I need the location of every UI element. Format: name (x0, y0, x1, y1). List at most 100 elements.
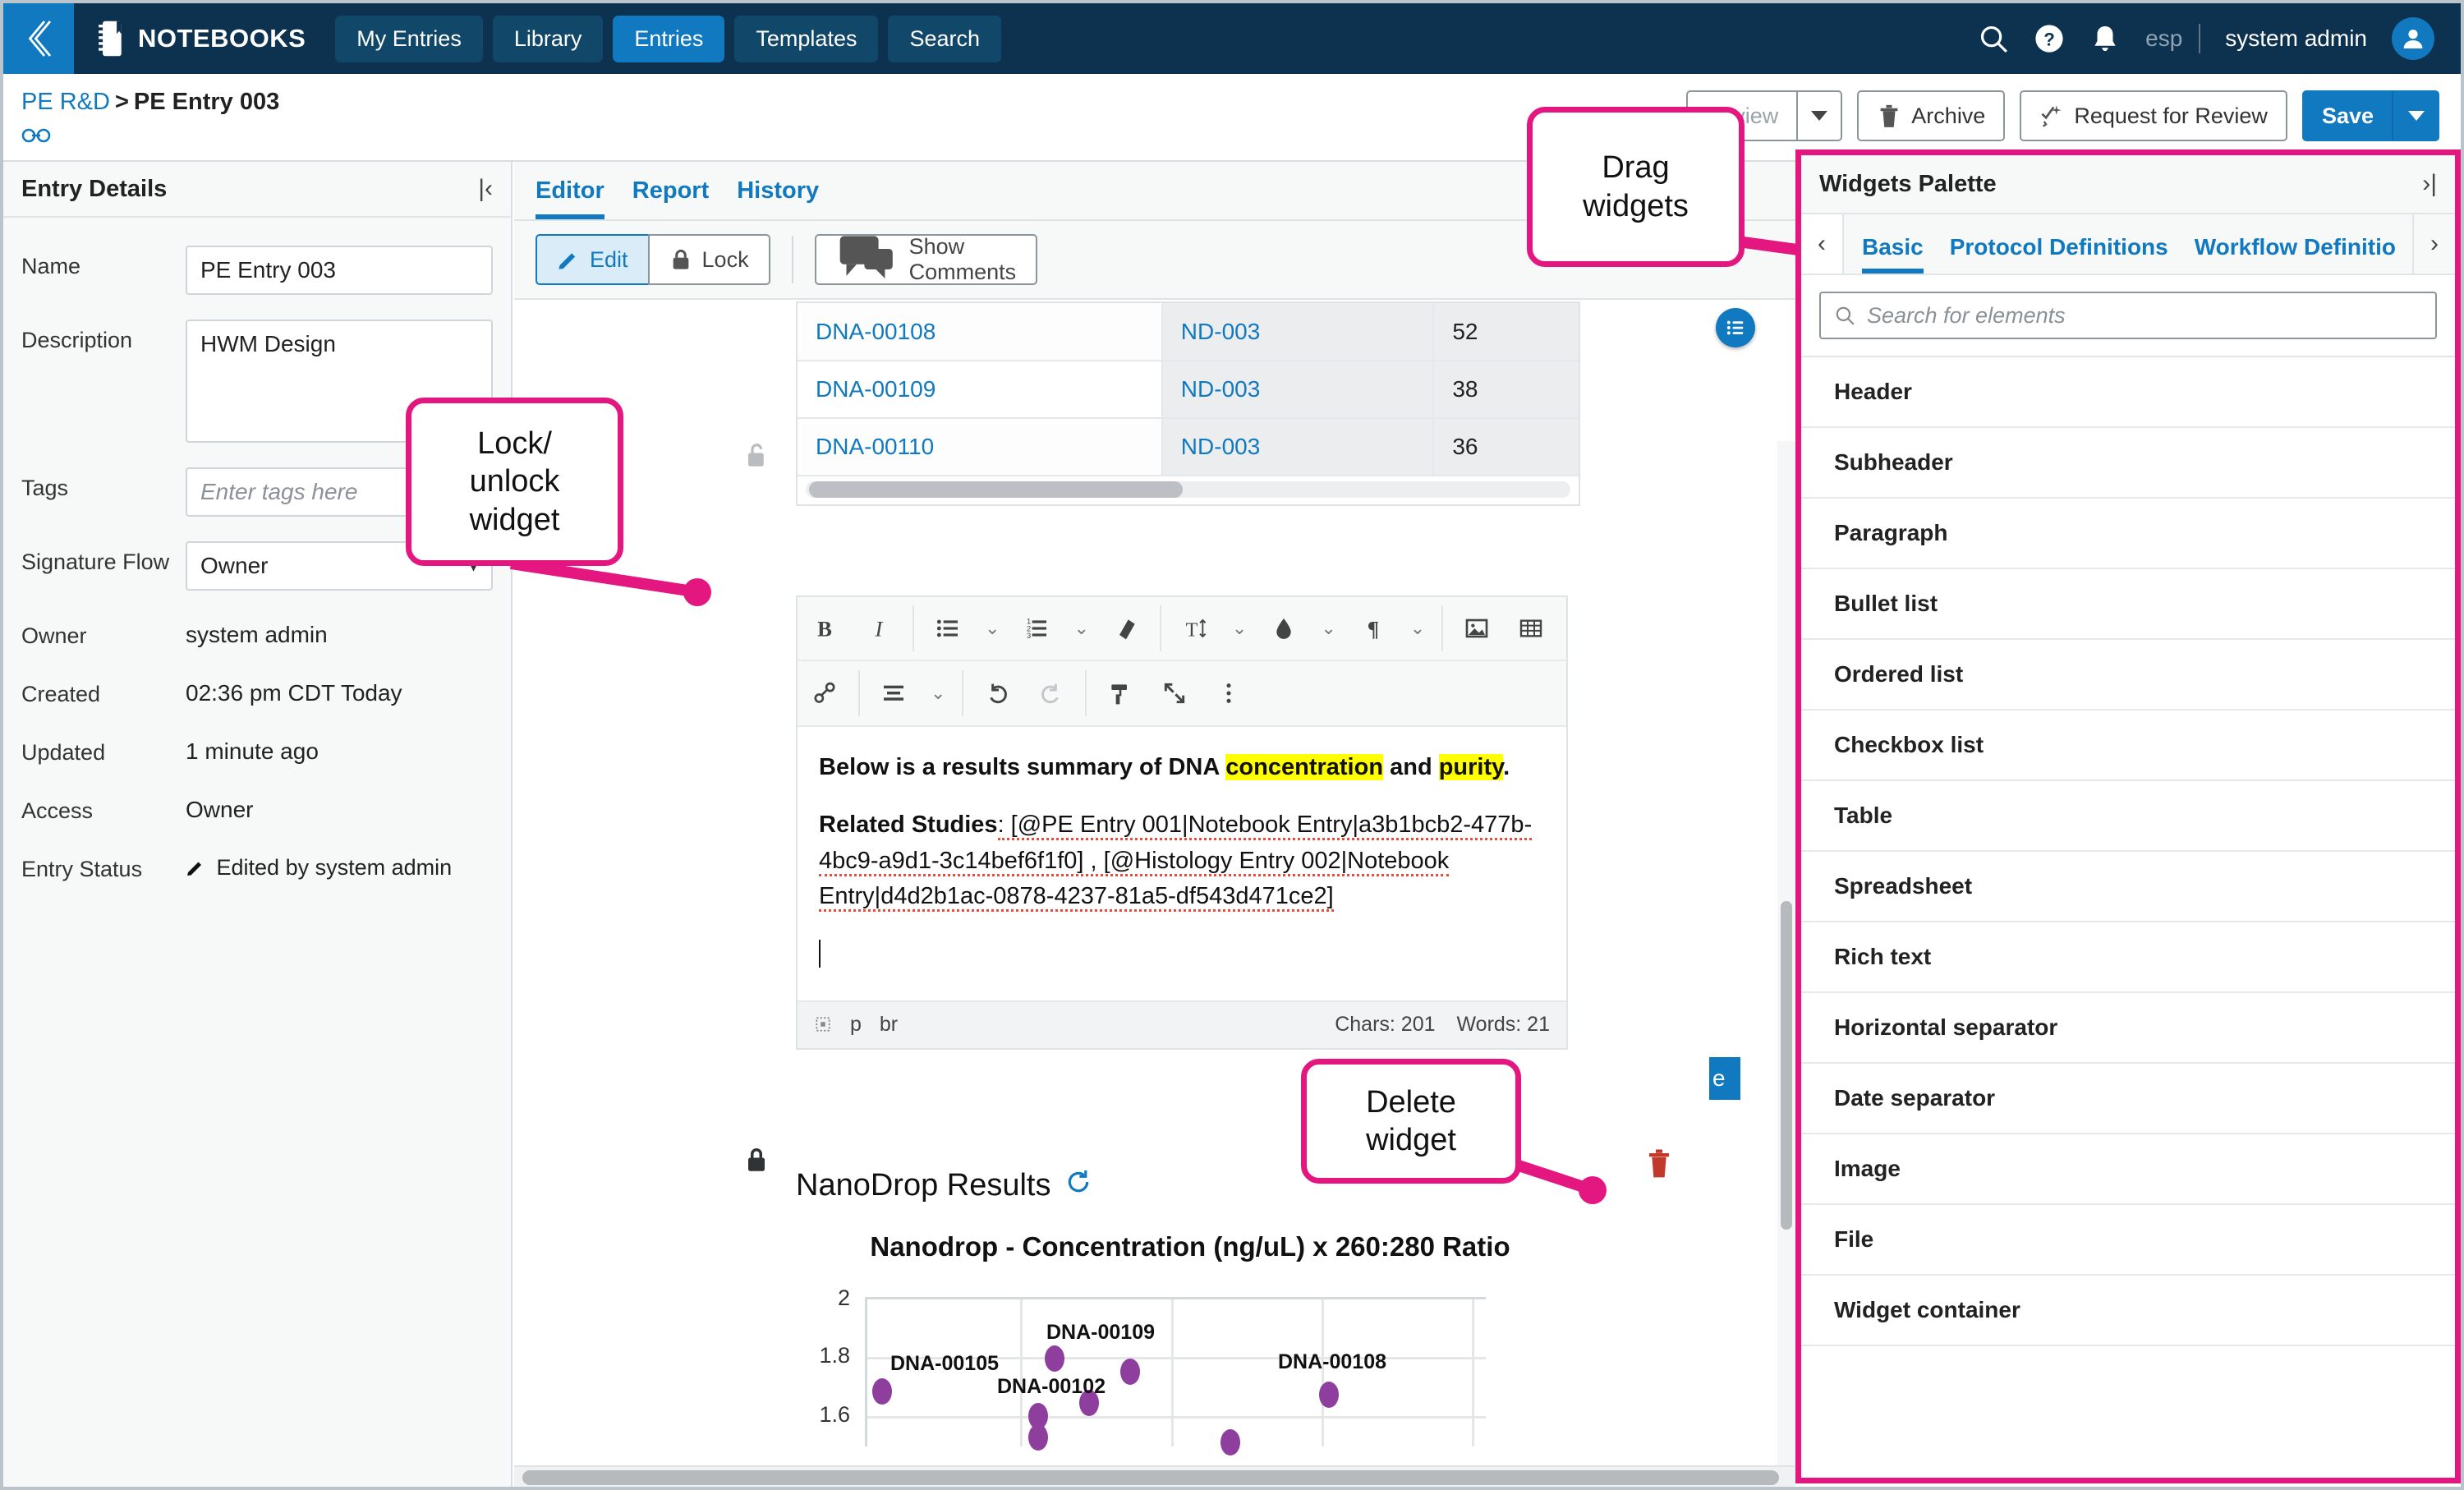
undo-button[interactable] (970, 661, 1024, 725)
align-button[interactable] (867, 661, 921, 725)
cell-sample[interactable]: DNA-00109 (798, 361, 1163, 419)
widget-item-paragraph[interactable]: Paragraph (1801, 499, 2455, 569)
save-button[interactable]: Save (2301, 90, 2393, 141)
nav-tab-library[interactable]: Library (492, 15, 604, 62)
widget-item-subheader[interactable]: Subheader (1801, 428, 2455, 499)
back-button[interactable] (3, 3, 74, 74)
table-row[interactable]: DNA-00109 ND-003 38 (798, 361, 1579, 419)
widget-item-date-separator[interactable]: Date separator (1801, 1064, 2455, 1134)
tab-report[interactable]: Report (632, 177, 709, 219)
widget-item-file[interactable]: File (1801, 1205, 2455, 1276)
fullscreen-button[interactable] (1147, 661, 1202, 725)
widget-drag-handle[interactable] (1716, 308, 1755, 347)
breadcrumb-parent-link[interactable]: PE R&D (21, 89, 110, 115)
text-color-button[interactable] (1257, 596, 1311, 660)
status-tag-br[interactable]: br (880, 1013, 898, 1037)
avatar[interactable] (2392, 17, 2434, 60)
chevron-left-icon[interactable]: ‹ (1801, 214, 1844, 274)
bold-button[interactable]: B (798, 596, 852, 660)
tab-editor[interactable]: Editor (536, 177, 605, 219)
widget-unlock-icon[interactable] (744, 441, 769, 473)
clear-format-button[interactable] (1099, 596, 1153, 660)
refresh-icon[interactable] (1065, 1168, 1092, 1203)
nav-tab-entries[interactable]: Entries (613, 15, 725, 62)
copy-link-icon[interactable] (21, 125, 51, 150)
edit-mode-button[interactable]: Edit (536, 234, 648, 285)
help-circle-icon[interactable]: ? (2034, 23, 2065, 54)
palette-tab-protocol-definitions[interactable]: Protocol Definitions (1950, 234, 2168, 274)
save-dropdown-toggle[interactable] (2393, 90, 2439, 141)
palette-tab-workflow-definitions[interactable]: Workflow Definitio (2195, 234, 2396, 274)
editor-vertical-scrollbar[interactable] (1777, 441, 1795, 1465)
insert-image-button[interactable] (1450, 596, 1504, 660)
collapse-left-icon[interactable]: |‹ (478, 175, 493, 203)
widget-item-header[interactable]: Header (1801, 357, 2455, 428)
data-point[interactable] (1028, 1424, 1048, 1451)
cell-sample[interactable]: DNA-00108 (798, 303, 1163, 361)
data-point[interactable] (872, 1378, 892, 1405)
text-color-dropdown[interactable]: ⌄ (1311, 618, 1345, 639)
nav-tab-my-entries[interactable]: My Entries (335, 15, 483, 62)
insert-table-button[interactable] (1504, 596, 1558, 660)
numbered-list-dropdown[interactable]: ⌄ (1064, 618, 1098, 639)
format-painter-button[interactable] (1093, 661, 1147, 725)
redo-button[interactable] (1024, 661, 1078, 725)
search-icon[interactable] (1978, 23, 2009, 54)
widget-item-horizontal-separator[interactable]: Horizontal separator (1801, 993, 2455, 1064)
widget-item-widget-container[interactable]: Widget container (1801, 1276, 2455, 1346)
widget-item-image[interactable]: Image (1801, 1134, 2455, 1205)
bullet-list-button[interactable] (921, 596, 975, 660)
locale-toggle[interactable]: esp (2145, 25, 2182, 52)
chevron-right-icon[interactable]: › (2412, 214, 2455, 274)
data-point[interactable] (1319, 1382, 1339, 1408)
paragraph-button[interactable]: ¶ (1346, 596, 1400, 660)
table-horizontal-scrollbar[interactable] (798, 476, 1579, 504)
widget-item-table[interactable]: Table (1801, 781, 2455, 852)
font-size-button[interactable]: T (1168, 596, 1222, 660)
insert-link-button[interactable] (798, 661, 852, 725)
widget-item-checkbox-list[interactable]: Checkbox list (1801, 711, 2455, 781)
save-split-button[interactable]: Save (2301, 90, 2439, 141)
italic-button[interactable]: I (852, 596, 906, 660)
lock-mode-button[interactable]: Lock (647, 234, 770, 285)
data-point[interactable] (1120, 1359, 1140, 1385)
scroll-thumb[interactable] (809, 481, 1183, 498)
widget-lock-icon[interactable] (744, 1145, 769, 1179)
archive-button[interactable]: Archive (1857, 90, 2006, 141)
scroll-thumb[interactable] (522, 1470, 1779, 1485)
search-elements-input[interactable]: Search for elements (1819, 292, 2437, 339)
widget-side-chip[interactable]: e (1709, 1057, 1740, 1100)
tab-history[interactable]: History (737, 177, 819, 219)
cell-instrument[interactable]: ND-003 (1161, 418, 1435, 476)
widget-item-ordered-list[interactable]: Ordered list (1801, 640, 2455, 711)
cell-instrument[interactable]: ND-003 (1161, 361, 1435, 419)
delete-widget-icon[interactable] (1646, 1147, 1672, 1183)
status-tag-p[interactable]: p (850, 1013, 862, 1037)
table-row[interactable]: DNA-00110 ND-003 36 (798, 418, 1579, 476)
palette-tab-basic[interactable]: Basic (1862, 234, 1924, 274)
bell-icon[interactable] (2089, 23, 2121, 54)
data-point[interactable] (1221, 1429, 1240, 1456)
cell-instrument[interactable]: ND-003 (1161, 303, 1435, 361)
scroll-thumb[interactable] (1781, 901, 1792, 1230)
editor-horizontal-scrollbar[interactable] (514, 1465, 1795, 1487)
widget-item-bullet-list[interactable]: Bullet list (1801, 569, 2455, 640)
align-dropdown[interactable]: ⌄ (921, 683, 955, 704)
table-row[interactable]: DNA-00108 ND-003 52 (798, 303, 1579, 361)
name-input[interactable]: PE Entry 003 (186, 246, 493, 295)
numbered-list-button[interactable]: 123 (1009, 596, 1064, 660)
nav-tab-search[interactable]: Search (888, 15, 1002, 62)
widget-item-rich-text[interactable]: Rich text (1801, 922, 2455, 993)
widget-item-spreadsheet[interactable]: Spreadsheet (1801, 852, 2455, 922)
expand-right-icon[interactable]: ›| (2422, 170, 2437, 198)
bullet-list-dropdown[interactable]: ⌄ (975, 618, 1009, 639)
nav-tab-templates[interactable]: Templates (734, 15, 879, 62)
request-for-review-button[interactable]: Request for Review (2020, 90, 2287, 141)
font-size-dropdown[interactable]: ⌄ (1222, 618, 1257, 639)
data-point[interactable] (1045, 1345, 1064, 1372)
rich-text-content[interactable]: Below is a results summary of DNA concen… (798, 727, 1566, 1000)
paragraph-dropdown[interactable]: ⌄ (1400, 618, 1435, 639)
cell-sample[interactable]: DNA-00110 (798, 418, 1163, 476)
review-dropdown-toggle[interactable] (1796, 90, 1843, 141)
more-options-button[interactable] (1202, 661, 1256, 725)
